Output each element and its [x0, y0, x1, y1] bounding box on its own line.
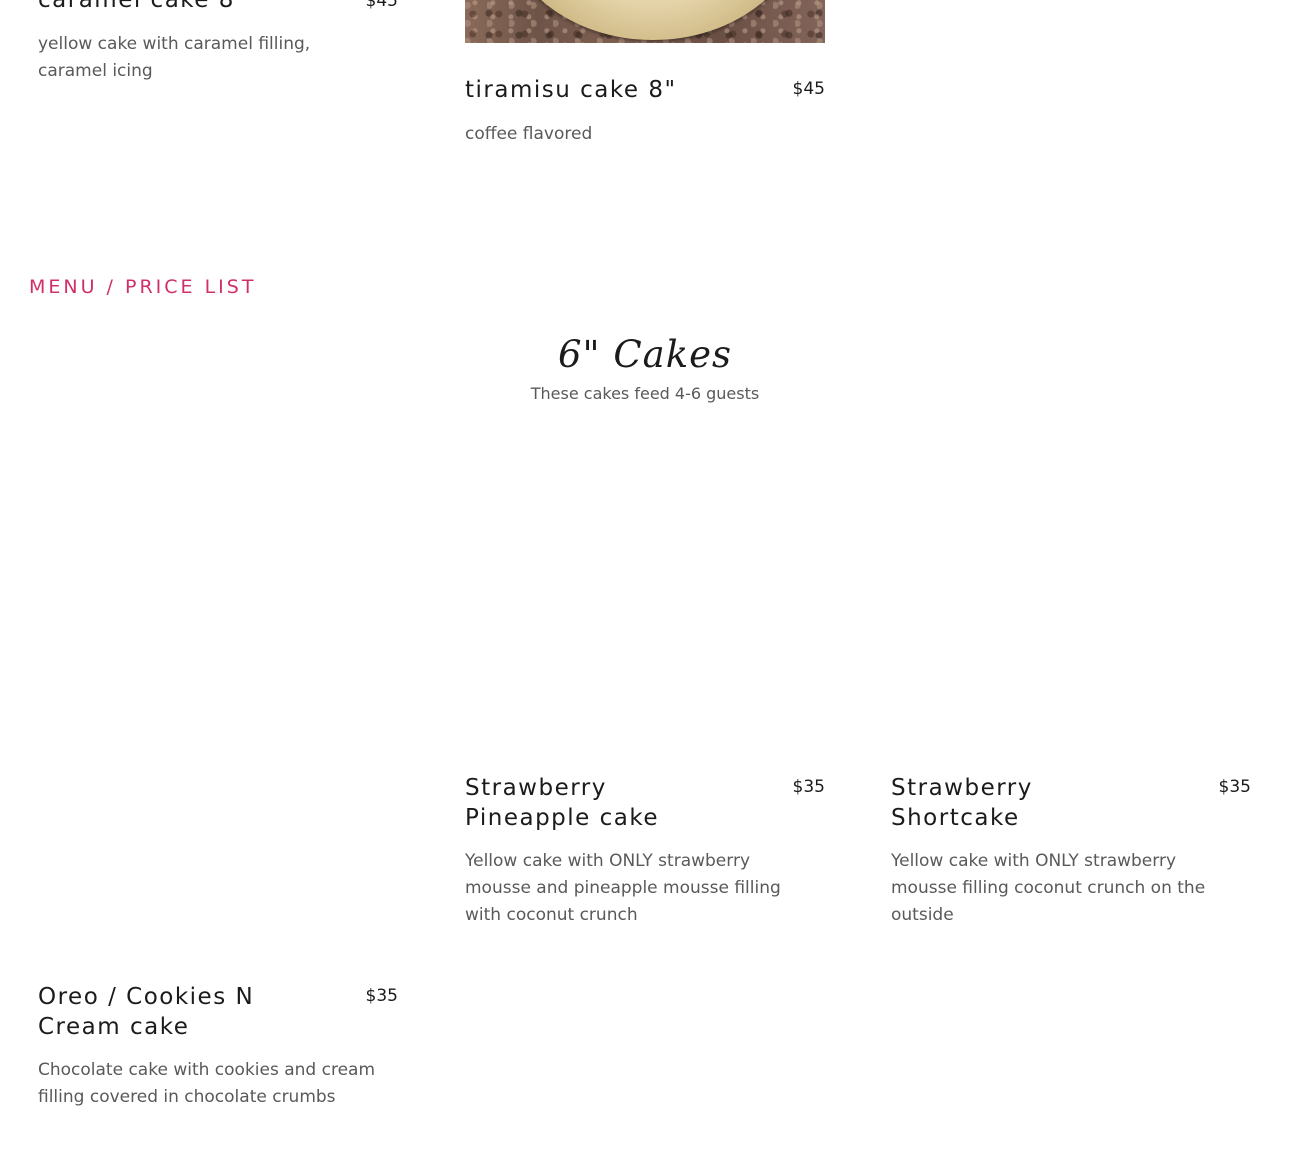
menu-item-caramel-cake: caramel cake 8" $45 yellow cake with car… [38, 0, 398, 85]
item-price: $35 [1218, 777, 1251, 797]
item-title: tiramisu cake 8" [465, 77, 677, 103]
item-title: caramel cake 8" [38, 0, 247, 13]
item-description: Chocolate cake with cookies and cream fi… [38, 1060, 376, 1107]
item-title: Strawberry Shortcake [891, 775, 1033, 831]
section-subtitle: These cakes feed 4-6 guests [530, 384, 760, 403]
section-title: 6" Cakes [558, 333, 732, 376]
item-description: Yellow cake with ONLY strawberry mousse … [465, 851, 781, 925]
menu-item-strawberry-pineapple-cake: Strawberry Pineapple cake $35 Yellow cak… [465, 773, 825, 933]
item-title: Oreo / Cookies N Cream cake [38, 984, 255, 1040]
item-price: $35 [365, 986, 398, 1006]
menu-price-list-label: MENU / PRICE LIST [29, 276, 257, 298]
item-title: Strawberry Pineapple cake [465, 775, 660, 831]
menu-item-tiramisu-cake: tiramisu cake 8" $45 coffee flavored [465, 75, 825, 155]
tiramisu-cake-photo [465, 0, 825, 43]
item-description: yellow cake with caramel filling, carame… [38, 34, 311, 81]
menu-item-strawberry-shortcake: Strawberry Shortcake $35 Yellow cake wit… [891, 773, 1251, 925]
item-price: $45 [792, 79, 825, 99]
item-description: Yellow cake with ONLY strawberry mousse … [891, 851, 1206, 925]
item-description: coffee flavored [465, 124, 593, 144]
item-price: $35 [792, 777, 825, 797]
menu-item-oreo-cookies-n-cream-cake: Oreo / Cookies N Cream cake $35 Chocolat… [38, 982, 398, 1122]
item-price: $45 [365, 0, 398, 11]
